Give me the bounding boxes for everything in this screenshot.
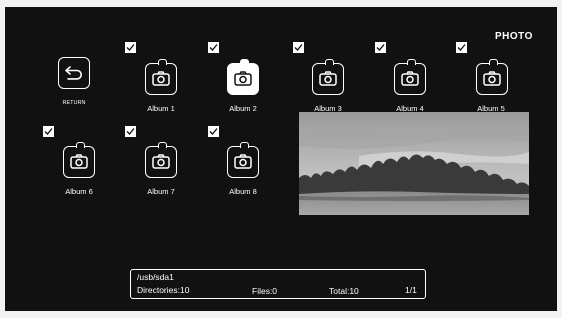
checkmark-icon (294, 44, 303, 51)
album-3-folder[interactable] (312, 59, 344, 95)
return-button[interactable] (58, 57, 90, 89)
folder-tab (240, 59, 249, 65)
album-4-folder[interactable] (394, 59, 426, 95)
checkmark-icon (376, 44, 385, 51)
checkmark-icon (126, 44, 135, 51)
page-indicator: 1/1 (405, 285, 417, 295)
folder-tab (240, 142, 249, 148)
camera-icon (401, 71, 419, 86)
album-1-label: Album 1 (147, 104, 175, 113)
return-arrow-icon (65, 66, 82, 80)
folder-tab (325, 59, 334, 65)
album-2-label: Album 2 (229, 104, 257, 113)
album-2-folder[interactable] (227, 59, 259, 95)
camera-icon (483, 71, 501, 86)
camera-icon (234, 154, 252, 169)
camera-icon (152, 154, 170, 169)
album-1-folder[interactable] (145, 59, 177, 95)
checkmark-icon (209, 44, 218, 51)
album-8-folder[interactable] (227, 142, 259, 178)
photo-preview (299, 112, 529, 215)
album-6-label: Album 6 (65, 187, 93, 196)
checkmark-icon (126, 128, 135, 135)
camera-icon (152, 71, 170, 86)
status-panel: /usb/sda1 Directories:10 Files:0 Total:1… (130, 269, 426, 299)
checkmark-icon (44, 128, 53, 135)
photo-browser-screen: PHOTO RETURN Album 1 Album 2 Album 3 Alb… (5, 7, 557, 311)
album-6-folder[interactable] (63, 142, 95, 178)
album-8-checkbox[interactable] (208, 126, 219, 137)
camera-icon (319, 71, 337, 86)
folder-tab (407, 59, 416, 65)
camera-icon (234, 71, 252, 86)
album-8-label: Album 8 (229, 187, 257, 196)
album-5-checkbox[interactable] (456, 42, 467, 53)
folder-tab (489, 59, 498, 65)
checkmark-icon (457, 44, 466, 51)
album-6-checkbox[interactable] (43, 126, 54, 137)
directories-count: Directories:10 (137, 285, 190, 295)
album-2-checkbox[interactable] (208, 42, 219, 53)
files-count: Files:0 (252, 286, 278, 296)
page-title: PHOTO (495, 31, 533, 42)
album-4-checkbox[interactable] (375, 42, 386, 53)
checkmark-icon (209, 128, 218, 135)
album-3-checkbox[interactable] (293, 42, 304, 53)
album-1-checkbox[interactable] (125, 42, 136, 53)
folder-tab (158, 59, 167, 65)
preview-image (299, 112, 529, 215)
current-path: /usb/sda1 (137, 272, 174, 282)
total-count: Total:10 (329, 286, 359, 296)
album-7-folder[interactable] (145, 142, 177, 178)
album-5-folder[interactable] (476, 59, 508, 95)
return-label: RETURN (62, 100, 86, 106)
folder-tab (158, 142, 167, 148)
folder-tab (76, 142, 85, 148)
camera-icon (70, 154, 88, 169)
album-7-checkbox[interactable] (125, 126, 136, 137)
album-7-label: Album 7 (147, 187, 175, 196)
